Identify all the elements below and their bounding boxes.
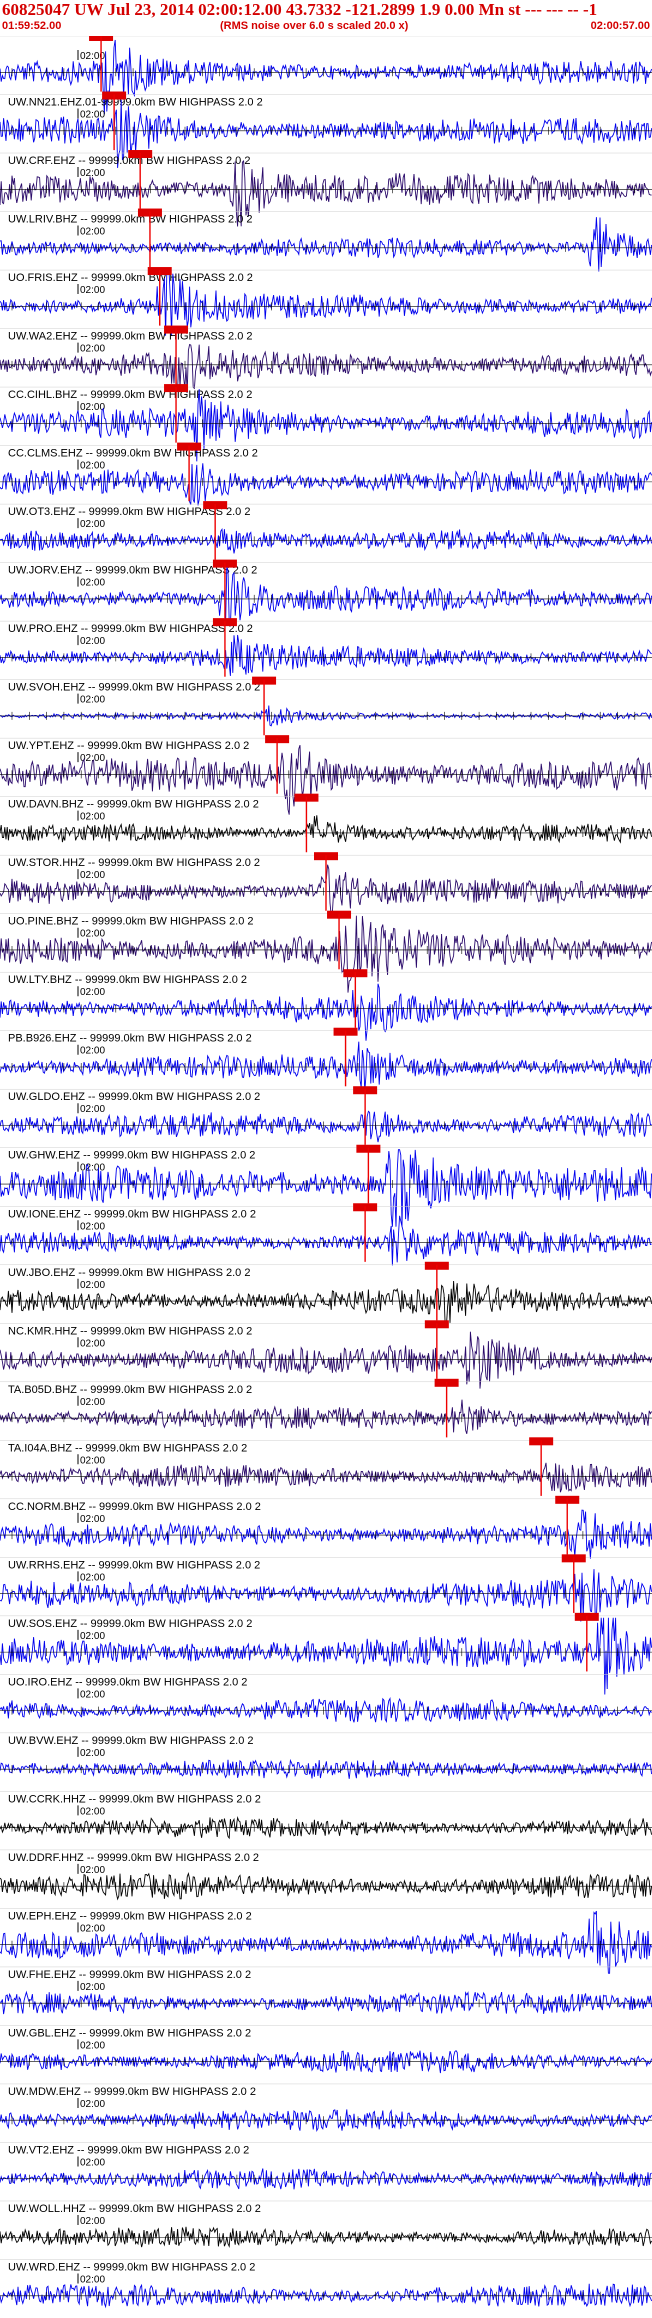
time-tick-label: 02:00 [80, 1982, 105, 1993]
waveform-trace [0, 527, 652, 554]
time-tick-label: 02:00 [80, 227, 105, 238]
station-label: UW.DDRF.HHZ -- 99999.0km BW HIGHPASS 2.0… [8, 1852, 259, 1864]
time-tick-label: 02:00 [80, 2099, 105, 2110]
station-label: UW.IONE.EHZ -- 99999.0km BW HIGHPASS 2.0… [8, 1208, 256, 1220]
time-tick-label: 02:00 [80, 110, 105, 121]
noise-note: (RMS noise over 6.0 s scaled 20.0 x) [220, 20, 409, 32]
station-label: PB.B926.EHZ -- 99999.0km BW HIGHPASS 2.0… [8, 1033, 252, 1045]
time-tick-label: 02:00 [80, 1806, 105, 1817]
station-label: UW.VT2.EHZ -- 99999.0km BW HIGHPASS 2.0 … [8, 2144, 249, 2156]
time-tick-label: 02:00 [80, 870, 105, 881]
station-label: UW.YPT.EHZ -- 99999.0km BW HIGHPASS 2.0 … [8, 740, 249, 752]
time-tick-label: 02:00 [80, 1455, 105, 1466]
station-label: TA.B05D.BHZ -- 99999.0km BW HIGHPASS 2.0… [8, 1384, 252, 1396]
time-tick-label: 02:00 [80, 1923, 105, 1934]
header: 60825047 UW Jul 23, 2014 02:00:12.00 43.… [0, 0, 652, 36]
waveform-trace [0, 1110, 652, 1143]
seismogram-panel: 02:00 UW.NN21.EHZ.01-99999.0km BW HIGHPAS… [0, 36, 652, 2318]
time-tick-label: 02:00 [80, 1514, 105, 1525]
waveform-trace [0, 1462, 652, 1493]
time-tick-label: 02:00 [80, 929, 105, 940]
time-tick-label: 02:00 [80, 285, 105, 296]
time-tick-label: 02:00 [80, 1748, 105, 1759]
station-label: UW.FHE.EHZ -- 99999.0km BW HIGHPASS 2.0 … [8, 1969, 251, 1981]
time-tick-label: 02:00 [80, 461, 105, 472]
station-label: UW.JBO.EHZ -- 99999.0km BW HIGHPASS 2.0 … [8, 1267, 250, 1279]
station-label: UW.NN21.EHZ.01-99999.0km BW HIGHPASS 2.0… [8, 97, 263, 109]
time-tick-label: 02:00 [80, 2040, 105, 2051]
station-label: UW.WA2.EHZ -- 99999.0km BW HIGHPASS 2.0 … [8, 331, 253, 343]
time-tick-label: 02:00 [80, 168, 105, 179]
station-label: UW.MDW.EHZ -- 99999.0km BW HIGHPASS 2.0 … [8, 2086, 256, 2098]
time-tick-label: 02:00 [80, 1631, 105, 1642]
station-label: UO.FRIS.EHZ -- 99999.0km BW HIGHPASS 2.0… [8, 272, 253, 284]
station-label: UO.PINE.BHZ -- 99999.0km BW HIGHPASS 2.0… [8, 916, 254, 928]
station-label: UW.GBL.EHZ -- 99999.0km BW HIGHPASS 2.0 … [8, 2027, 251, 2039]
time-tick-label: 02:00 [80, 2274, 105, 2285]
station-label: CC.NORM.BHZ -- 99999.0km BW HIGHPASS 2.0… [8, 1501, 261, 1513]
station-label: NC.KMR.HHZ -- 99999.0km BW HIGHPASS 2.0 … [8, 1325, 252, 1337]
time-tick-label: 02:00 [80, 1338, 105, 1349]
start-time-label: 01:59:52.00 [2, 20, 62, 32]
station-label: UW.CCRK.HHZ -- 99999.0km BW HIGHPASS 2.0… [8, 1793, 261, 1805]
station-label: UO.IRO.EHZ -- 99999.0km BW HIGHPASS 2.0 … [8, 1676, 247, 1688]
time-tick-label: 02:00 [80, 1163, 105, 1174]
time-tick-label: 02:00 [80, 987, 105, 998]
station-label: UW.WRD.EHZ -- 99999.0km BW HIGHPASS 2.0 … [8, 2261, 255, 2273]
station-label: UW.RRHS.EHZ -- 99999.0km BW HIGHPASS 2.0… [8, 1559, 260, 1571]
station-label: UW.BVW.EHZ -- 99999.0km BW HIGHPASS 2.0 … [8, 1735, 254, 1747]
station-label: UW.LTY.BHZ -- 99999.0km BW HIGHPASS 2.0 … [8, 974, 247, 986]
station-label: UW.DAVN.BHZ -- 99999.0km BW HIGHPASS 2.0… [8, 799, 259, 811]
seismogram-svg: 02:00UW.NN21.EHZ.01-99999.0km BW HIGHPAS… [0, 36, 652, 2309]
station-label: CC.CLMS.EHZ -- 99999.0km BW HIGHPASS 2.0… [8, 448, 258, 460]
station-label: UW.SOS.EHZ -- 99999.0km BW HIGHPASS 2.0 … [8, 1618, 252, 1630]
time-tick-label: 02:00 [80, 636, 105, 647]
station-label: UW.STOR.HHZ -- 99999.0km BW HIGHPASS 2.0… [8, 857, 260, 869]
time-tick-label: 02:00 [80, 519, 105, 530]
time-tick-label: 02:00 [80, 1046, 105, 1057]
station-label: CC.CIHL.BHZ -- 99999.0km BW HIGHPASS 2.0… [8, 389, 252, 401]
station-label: UW.LRIV.BHZ -- 99999.0km BW HIGHPASS 2.0… [8, 214, 253, 226]
time-tick-label: 02:00 [80, 578, 105, 589]
station-label: UW.EPH.EHZ -- 99999.0km BW HIGHPASS 2.0 … [8, 1910, 252, 1922]
end-time-label: 02:00:57.00 [590, 20, 650, 32]
time-tick-label: 02:00 [80, 2216, 105, 2227]
time-tick-label: 02:00 [80, 695, 105, 706]
time-tick-label: 02:00 [80, 1397, 105, 1408]
time-tick-label: 02:00 [80, 1689, 105, 1700]
time-tick-label: 02:00 [80, 1572, 105, 1583]
station-label: UW.GHW.EHZ -- 99999.0km BW HIGHPASS 2.0 … [8, 1150, 255, 1162]
time-tick-label: 02:00 [80, 2157, 105, 2168]
waveform-trace [0, 2283, 652, 2309]
time-tick-label: 02:00 [80, 1221, 105, 1232]
event-title: 60825047 UW Jul 23, 2014 02:00:12.00 43.… [2, 0, 598, 19]
time-tick-label: 02:00 [80, 753, 105, 764]
time-tick-label: 02:00 [80, 1104, 105, 1115]
station-label: UW.GLDO.EHZ -- 99999.0km BW HIGHPASS 2.0… [8, 1091, 260, 1103]
station-label: UW.WOLL.HHZ -- 99999.0km BW HIGHPASS 2.0… [8, 2203, 261, 2215]
time-tick-label: 02:00 [80, 344, 105, 355]
waveform-trace [0, 2226, 652, 2249]
station-label: UW.SVOH.EHZ -- 99999.0km BW HIGHPASS 2.0… [8, 682, 260, 694]
station-label: TA.I04A.BHZ -- 99999.0km BW HIGHPASS 2.0… [8, 1442, 247, 1454]
time-tick-label: 02:00 [80, 812, 105, 823]
time-tick-label: 02:00 [80, 1280, 105, 1291]
